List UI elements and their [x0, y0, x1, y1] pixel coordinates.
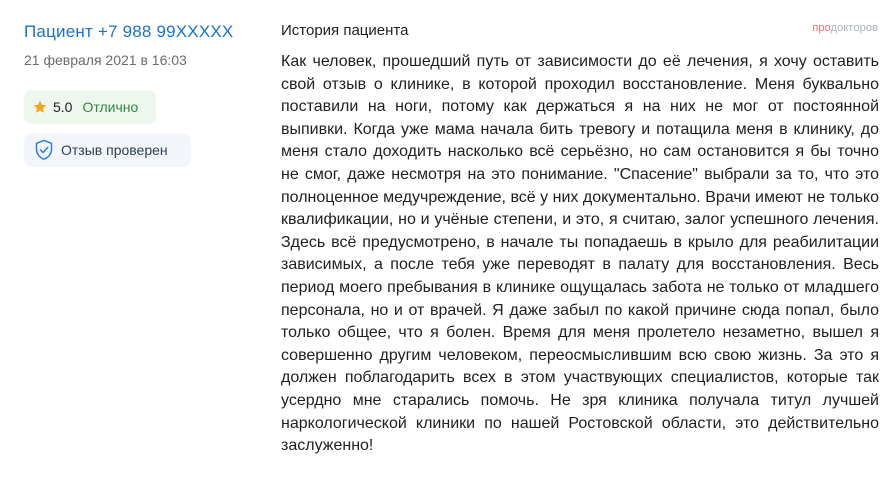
- rating-label: Отлично: [82, 99, 139, 115]
- brand-logo-part1: про: [812, 22, 831, 34]
- section-title: История пациента: [281, 22, 409, 39]
- verified-badge[interactable]: Отзыв проверен: [24, 133, 191, 167]
- brand-logo[interactable]: продокторов: [812, 22, 878, 34]
- review-date: 21 февраля 2021 в 16:03: [24, 52, 187, 68]
- rating-badge: 5.0 Отлично: [24, 90, 156, 124]
- shield-check-icon: [35, 139, 53, 160]
- verified-label: Отзыв проверен: [61, 142, 168, 158]
- review-author-panel: Пациент +7 988 99XXXXX 21 февраля 2021 в…: [24, 22, 264, 167]
- brand-logo-part2: докторов: [830, 22, 878, 34]
- star-icon: [33, 100, 47, 113]
- author-name-link[interactable]: Пациент +7 988 99XXXXX: [24, 22, 264, 42]
- rating-value: 5.0: [53, 99, 73, 115]
- review-body: История пациента Как человек, прошедший …: [281, 22, 879, 458]
- review-text: Как человек, прошедший путь от зависимос…: [281, 53, 879, 455]
